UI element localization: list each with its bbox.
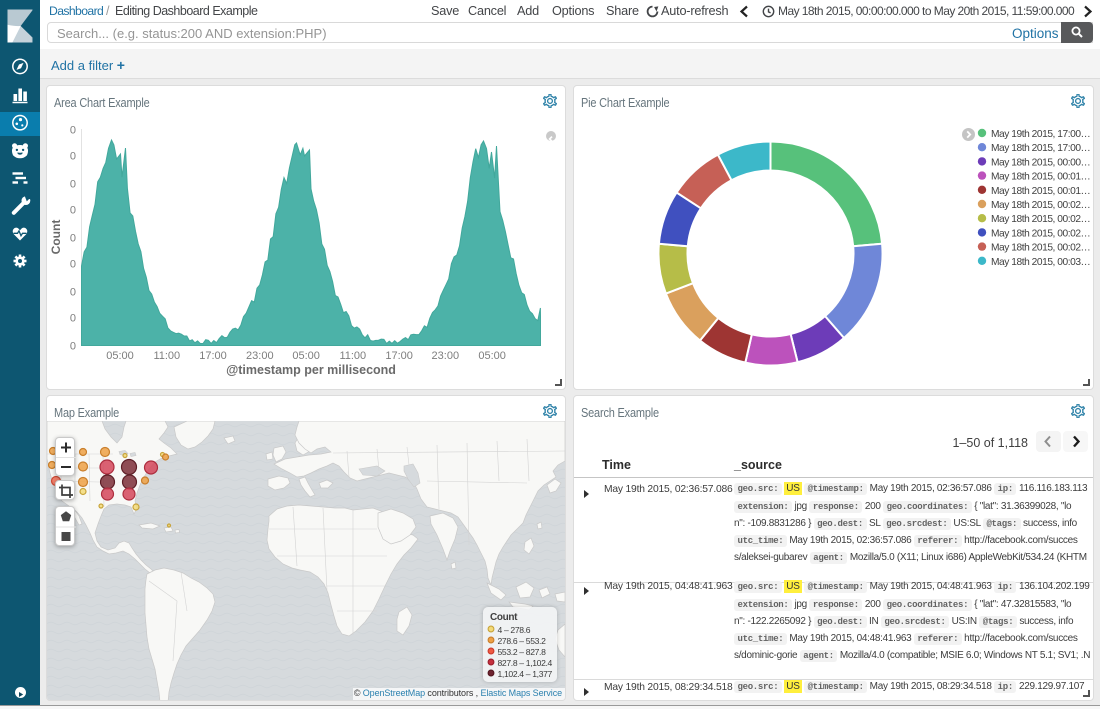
svg-text:May 18th 2015, 00:02…: May 18th 2015, 00:02…	[991, 243, 1090, 254]
svg-text:11:00: 11:00	[339, 350, 366, 362]
svg-text:17:00: 17:00	[199, 350, 227, 362]
svg-text:17:00: 17:00	[385, 350, 413, 362]
svg-text:11:00: 11:00	[153, 350, 180, 362]
svg-text:May 18th 2015, 00:01…: May 18th 2015, 00:01…	[991, 186, 1090, 197]
svg-text:May 18th 2015, 00:00…: May 18th 2015, 00:00…	[991, 157, 1090, 168]
svg-text:May 18th 2015, 00:03…: May 18th 2015, 00:03…	[991, 257, 1090, 268]
svg-text:Count: Count	[49, 220, 63, 255]
svg-text:May 18th 2015, 00:02…: May 18th 2015, 00:02…	[991, 214, 1090, 225]
svg-text:0: 0	[70, 233, 76, 245]
svg-text:0: 0	[70, 287, 76, 299]
svg-text:23:00: 23:00	[246, 350, 274, 362]
svg-text:0: 0	[70, 313, 76, 325]
svg-text:23:00: 23:00	[432, 350, 460, 362]
svg-text:05:00: 05:00	[478, 350, 506, 362]
svg-text:0: 0	[70, 205, 76, 217]
svg-text:@timestamp per millisecond: @timestamp per millisecond	[226, 363, 396, 377]
svg-text:05:00: 05:00	[292, 350, 320, 362]
svg-text:0: 0	[70, 151, 76, 163]
svg-text:0: 0	[70, 341, 76, 353]
svg-text:05:00: 05:00	[106, 350, 134, 362]
svg-text:May 18th 2015, 00:02…: May 18th 2015, 00:02…	[991, 200, 1090, 211]
svg-text:0: 0	[70, 259, 76, 271]
svg-text:May 18th 2015, 00:01…: May 18th 2015, 00:01…	[991, 172, 1090, 183]
svg-text:May 18th 2015, 00:02…: May 18th 2015, 00:02…	[991, 228, 1090, 239]
svg-text:May 18th 2015, 17:00…: May 18th 2015, 17:00…	[991, 143, 1090, 154]
svg-text:0: 0	[70, 179, 76, 191]
svg-text:May 19th 2015, 17:00…: May 19th 2015, 17:00…	[991, 129, 1090, 140]
svg-text:0: 0	[70, 125, 76, 137]
